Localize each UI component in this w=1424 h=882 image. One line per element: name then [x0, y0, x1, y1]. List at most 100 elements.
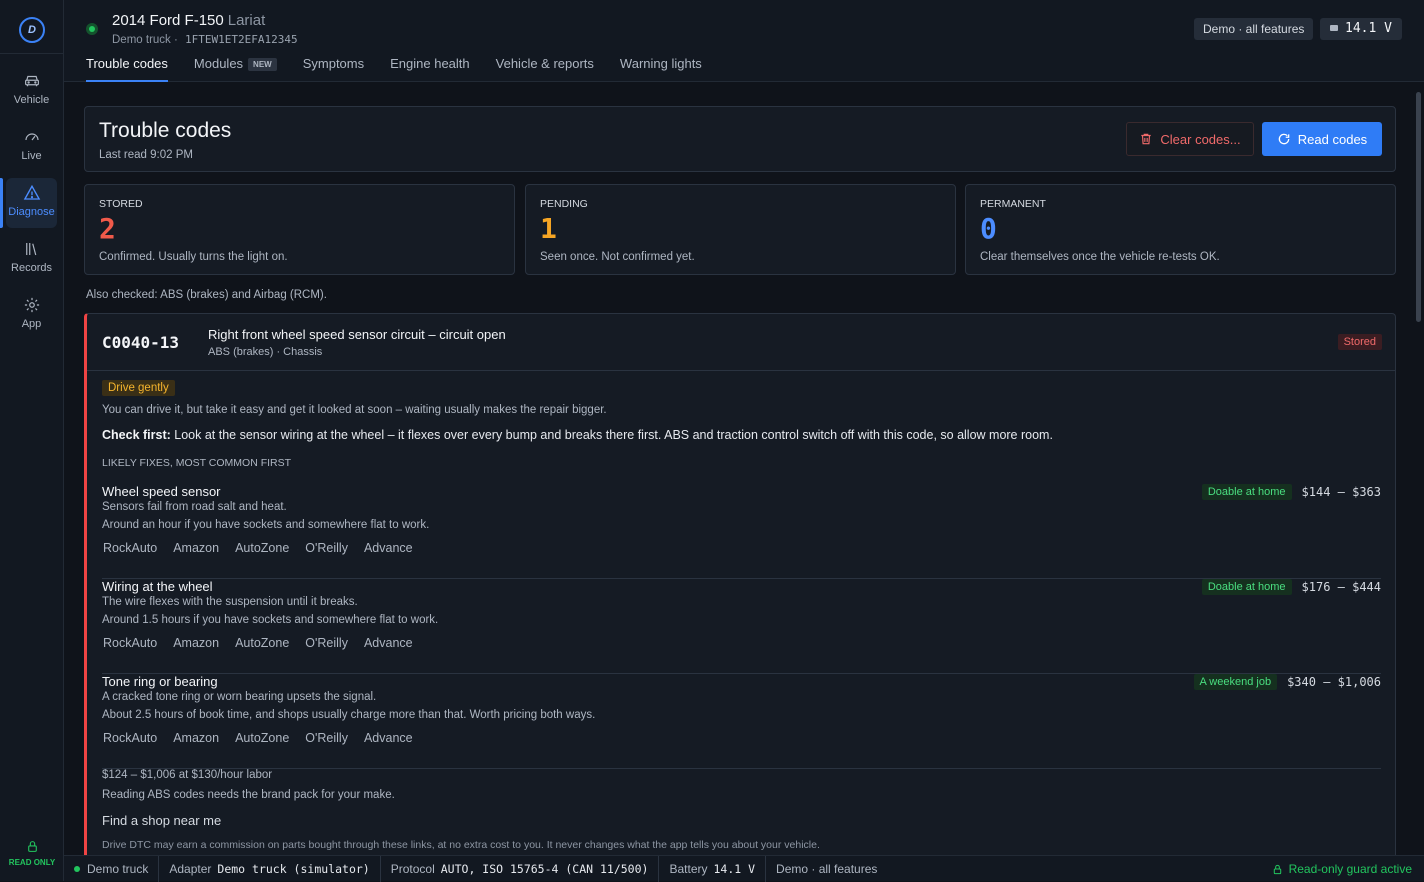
tab-label: Modules	[193, 56, 244, 71]
adapter-value: Demo truck (simulator)	[217, 861, 370, 876]
link-amazon[interactable]: Amazon	[173, 731, 219, 745]
difficulty-badge: Doable at home	[1201, 579, 1292, 595]
vehicle-name: 2014 Ford F-150	[112, 12, 224, 29]
battery-voltage-readout: 14.1 V	[1320, 18, 1402, 40]
stat-label: PERMANENT	[980, 198, 1046, 210]
connection-status-dot	[86, 23, 98, 35]
drive-severity-badge: Drive gently	[102, 380, 175, 396]
link-amazon[interactable]: Amazon	[173, 541, 219, 555]
sidebar: D Vehicle Live Diagnose Records App READ…	[0, 0, 64, 881]
main-scrollbar[interactable]	[1416, 92, 1421, 322]
price-range: $144 – $363	[1301, 485, 1381, 499]
fix-item: Tone ring or bearing A cracked tone ring…	[102, 674, 1381, 769]
sidebar-item-diagnose[interactable]: Diagnose	[0, 178, 57, 228]
vehicle-subtitle: Demo truck · 1FTEW1ET2EFA12345	[112, 33, 298, 46]
voltage-value: 14.1 V	[1345, 21, 1392, 36]
clear-codes-button[interactable]: Clear codes...	[1126, 122, 1254, 156]
labor-estimate: $124 – $1,006 at $130/hour labor	[102, 769, 273, 781]
sidebar-item-label: App	[21, 318, 42, 330]
stat-value: 2	[99, 212, 116, 245]
link-advance[interactable]: Advance	[364, 731, 413, 745]
adapter-label: Adapter	[169, 861, 212, 876]
link-rockauto[interactable]: RockAuto	[103, 636, 157, 650]
gauge-icon	[24, 133, 39, 141]
fix-meta: A weekend job $340 – $1,006	[1193, 674, 1381, 690]
sidebar-item-vehicle[interactable]: Vehicle	[6, 66, 57, 116]
tab-vehicle-reports[interactable]: Vehicle & reports	[496, 56, 594, 82]
fixes-heading: LIKELY FIXES, MOST COMMON FIRST	[102, 457, 292, 469]
link-advance[interactable]: Advance	[364, 541, 413, 555]
fix-name: Tone ring or bearing	[102, 674, 218, 689]
tab-trouble-codes[interactable]: Trouble codes	[86, 56, 168, 82]
dtc-code: C0040-13	[102, 333, 180, 352]
price-range: $176 – $444	[1301, 580, 1381, 594]
fix-time: Around 1.5 hours if you have sockets and…	[102, 614, 439, 626]
app-logo[interactable]: D	[19, 17, 45, 43]
read-only-label: READ ONLY	[8, 858, 56, 867]
battery-value: 14.1 V	[713, 861, 756, 876]
sidebar-item-app[interactable]: App	[6, 290, 57, 340]
link-advance[interactable]: Advance	[364, 636, 413, 650]
fix-name: Wheel speed sensor	[102, 484, 221, 499]
check-first-text: Look at the sensor wiring at the wheel –…	[174, 428, 1053, 442]
mode-label: Demo · all features	[776, 861, 878, 876]
link-oreilly[interactable]: O'Reilly	[305, 636, 348, 650]
status-vehicle: Demo truck	[64, 855, 160, 882]
new-badge: NEW	[248, 58, 277, 71]
gear-icon	[24, 297, 39, 313]
find-shop-link[interactable]: Find a shop near me	[102, 813, 221, 828]
tab-warning-lights[interactable]: Warning lights	[620, 56, 702, 82]
dtc-description: Right front wheel speed sensor circuit –…	[208, 327, 506, 342]
price-range: $340 – $1,006	[1287, 675, 1381, 689]
tab-symptoms[interactable]: Symptoms	[303, 56, 364, 82]
fix-reason: The wire flexes with the suspension unti…	[102, 596, 358, 608]
read-codes-label: Read codes	[1297, 131, 1368, 147]
link-autozone[interactable]: AutoZone	[235, 636, 289, 650]
status-protocol: Protocol AUTO, ISO 15765-4 (CAN 11/500)	[381, 855, 660, 882]
divider	[0, 53, 64, 54]
connection-dot	[74, 865, 80, 872]
sidebar-item-records[interactable]: Records	[6, 234, 57, 284]
battery-label: Battery	[669, 861, 708, 876]
page-title: Trouble codes	[99, 119, 232, 142]
fix-item: Wheel speed sensor Sensors fail from roa…	[102, 484, 1381, 579]
clear-codes-label: Clear codes...	[1160, 131, 1241, 147]
fix-name: Wiring at the wheel	[102, 579, 213, 594]
brand-pack-note: Reading ABS codes needs the brand pack f…	[102, 789, 395, 801]
dtc-system: ABS (brakes) · Chassis	[208, 346, 323, 358]
sidebar-item-label: Records	[11, 262, 52, 274]
tab-engine-health[interactable]: Engine health	[390, 56, 470, 82]
stat-description: Confirmed. Usually turns the light on.	[99, 251, 288, 263]
stat-description: Clear themselves once the vehicle re-tes…	[980, 251, 1220, 263]
tab-label: Warning lights	[619, 56, 702, 71]
protocol-label: Protocol	[390, 861, 435, 876]
status-badge: Stored	[1337, 334, 1382, 350]
dtc-header[interactable]: C0040-13 Right front wheel speed sensor …	[87, 314, 1395, 371]
trash-icon	[1141, 133, 1152, 145]
link-rockauto[interactable]: RockAuto	[103, 731, 157, 745]
pending-count-card: PENDING 1 Seen once. Not confirmed yet.	[525, 184, 956, 275]
parts-links: RockAuto Amazon AutoZone O'Reilly Advanc…	[103, 731, 429, 745]
parts-links: RockAuto Amazon AutoZone O'Reilly Advanc…	[103, 541, 429, 555]
read-only-indicator: READ ONLY	[0, 840, 64, 867]
link-amazon[interactable]: Amazon	[173, 636, 219, 650]
tab-modules[interactable]: Modules NEW	[194, 56, 277, 82]
lock-icon	[1273, 864, 1281, 874]
tab-label: Trouble codes	[86, 56, 168, 71]
stat-value: 1	[540, 212, 557, 245]
lock-icon	[27, 841, 37, 852]
sidebar-item-label: Diagnose	[8, 206, 55, 218]
status-battery: Battery 14.1 V	[659, 855, 767, 882]
link-oreilly[interactable]: O'Reilly	[305, 731, 348, 745]
read-codes-button[interactable]: Read codes	[1262, 122, 1382, 156]
sidebar-item-live[interactable]: Live	[6, 122, 57, 172]
vehicle-title: 2014 Ford F-150 Lariat	[112, 12, 265, 29]
link-oreilly[interactable]: O'Reilly	[305, 541, 348, 555]
tab-label: Engine health	[390, 56, 470, 71]
fix-time: Around an hour if you have sockets and s…	[102, 519, 430, 531]
status-adapter: Adapter Demo truck (simulator)	[159, 855, 381, 882]
link-rockauto[interactable]: RockAuto	[103, 541, 157, 555]
link-autozone[interactable]: AutoZone	[235, 541, 289, 555]
link-autozone[interactable]: AutoZone	[235, 731, 289, 745]
stored-count-card: STORED 2 Confirmed. Usually turns the li…	[84, 184, 515, 275]
